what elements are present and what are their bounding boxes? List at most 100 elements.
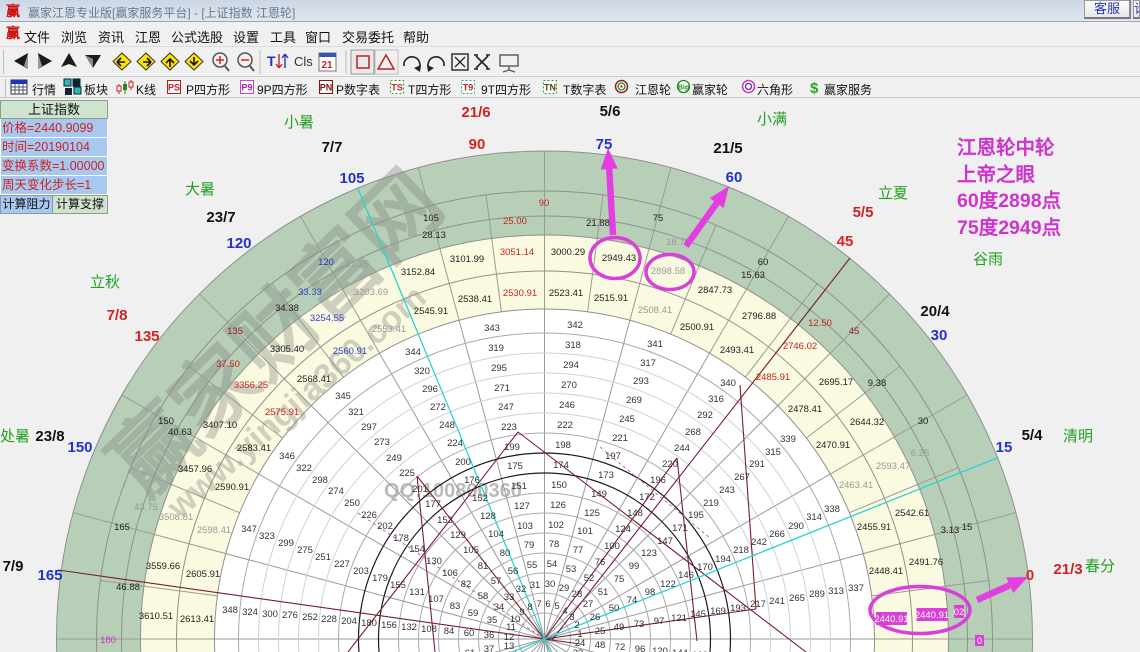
svg-text:50: 50	[609, 603, 620, 614]
svg-text:2575.91: 2575.91	[265, 407, 299, 418]
svg-text:2478.41: 2478.41	[788, 404, 822, 415]
svg-text:225: 225	[399, 468, 415, 479]
svg-text:2538.41: 2538.41	[458, 294, 492, 305]
svg-text:2695.17: 2695.17	[819, 377, 853, 388]
svg-text:3254.55: 3254.55	[310, 313, 344, 324]
svg-text:156: 156	[381, 620, 397, 631]
svg-text:105: 105	[423, 213, 439, 224]
svg-text:169: 169	[710, 606, 726, 617]
svg-text:150: 150	[67, 439, 92, 456]
svg-text:21: 21	[321, 60, 333, 71]
svg-text:2440.91: 2440.91	[915, 610, 949, 621]
svg-text:TS: TS	[391, 83, 403, 93]
svg-text:2470.91: 2470.91	[816, 440, 850, 451]
svg-text:2568.41: 2568.41	[297, 374, 331, 385]
svg-text:220: 220	[662, 459, 678, 470]
svg-text:6.25: 6.25	[911, 448, 930, 459]
svg-text:268: 268	[685, 427, 701, 438]
svg-text:128: 128	[480, 511, 496, 522]
svg-text:98: 98	[645, 587, 656, 598]
svg-text:3356.25: 3356.25	[234, 380, 268, 391]
svg-text:60: 60	[726, 169, 743, 186]
svg-text:97: 97	[654, 616, 665, 627]
svg-text:T9: T9	[463, 83, 474, 93]
svg-text:348: 348	[222, 605, 238, 616]
svg-text:276: 276	[282, 610, 298, 621]
svg-text:3610.51: 3610.51	[139, 611, 173, 622]
svg-text:221: 221	[612, 433, 628, 444]
svg-text:33.33: 33.33	[298, 287, 322, 298]
svg-text:75: 75	[614, 574, 625, 585]
svg-text:180: 180	[361, 618, 377, 629]
svg-text:135: 135	[227, 326, 243, 337]
svg-text:180: 180	[100, 635, 116, 646]
svg-text:PS: PS	[168, 83, 180, 93]
svg-text:224: 224	[447, 438, 463, 449]
svg-text:5: 5	[554, 601, 559, 612]
svg-text:120: 120	[652, 646, 668, 652]
svg-text:9.38: 9.38	[868, 378, 887, 389]
svg-text:322: 322	[296, 463, 312, 474]
svg-text:处暑: 处暑	[0, 428, 30, 445]
svg-text:201: 201	[412, 484, 428, 495]
svg-text:150: 150	[158, 416, 174, 427]
svg-text:105: 105	[339, 170, 364, 187]
svg-text:121: 121	[671, 613, 687, 624]
svg-text:123: 123	[641, 548, 657, 559]
svg-text:21/6: 21/6	[461, 104, 490, 121]
svg-text:73: 73	[634, 619, 645, 630]
svg-text:96: 96	[635, 644, 646, 652]
svg-text:5/5: 5/5	[853, 204, 874, 221]
svg-text:270: 270	[561, 380, 577, 391]
svg-text:274: 274	[328, 486, 344, 497]
svg-text:2847.73: 2847.73	[698, 285, 732, 296]
svg-text:61: 61	[465, 648, 476, 652]
svg-text:147: 147	[657, 536, 673, 547]
svg-text:32: 32	[516, 584, 527, 595]
svg-text:15.63: 15.63	[741, 270, 765, 281]
svg-text:106: 106	[442, 568, 458, 579]
svg-text:150: 150	[551, 480, 567, 491]
svg-text:82: 82	[461, 579, 472, 590]
svg-text:25: 25	[595, 626, 606, 637]
svg-text:178: 178	[393, 533, 409, 544]
svg-text:227: 227	[334, 559, 350, 570]
svg-text:23/8: 23/8	[35, 428, 64, 445]
svg-text:135: 135	[134, 328, 159, 345]
svg-text:8: 8	[527, 602, 532, 613]
svg-text:120: 120	[226, 235, 251, 252]
svg-text:342: 342	[567, 320, 583, 331]
svg-text:31: 31	[530, 580, 541, 591]
svg-text:81: 81	[478, 561, 489, 572]
svg-text:174: 174	[553, 460, 569, 471]
svg-text:2598.41: 2598.41	[197, 525, 231, 536]
svg-text:108: 108	[421, 624, 437, 635]
svg-text:春分: 春分	[1085, 558, 1115, 575]
svg-text:266: 266	[769, 529, 785, 540]
svg-text:165: 165	[37, 567, 62, 584]
svg-text:12.50: 12.50	[808, 318, 832, 329]
svg-text:146: 146	[678, 570, 694, 581]
svg-text:2583.41: 2583.41	[237, 443, 271, 454]
svg-text:21/5: 21/5	[713, 140, 742, 157]
svg-text:$: $	[810, 80, 819, 97]
svg-text:上帝之眼: 上帝之眼	[957, 163, 1036, 186]
svg-text:49: 49	[614, 622, 625, 633]
svg-text:217: 217	[750, 599, 766, 610]
svg-text:37.50: 37.50	[216, 359, 240, 370]
svg-text:43.75: 43.75	[134, 502, 158, 513]
svg-text:101: 101	[577, 526, 593, 537]
svg-text:149: 149	[591, 489, 607, 500]
svg-text:7/9: 7/9	[3, 558, 24, 575]
svg-text:315: 315	[765, 447, 781, 458]
svg-text:Big: Big	[678, 85, 689, 92]
svg-text:PN: PN	[320, 83, 333, 93]
svg-text:267: 267	[734, 472, 750, 483]
svg-text:249: 249	[386, 453, 402, 464]
svg-text:202: 202	[377, 521, 393, 532]
svg-text:35: 35	[487, 615, 498, 626]
svg-text:269: 269	[626, 395, 642, 406]
svg-text:小满: 小满	[757, 111, 787, 128]
svg-text:294: 294	[563, 360, 579, 371]
svg-text:76: 76	[595, 557, 606, 568]
